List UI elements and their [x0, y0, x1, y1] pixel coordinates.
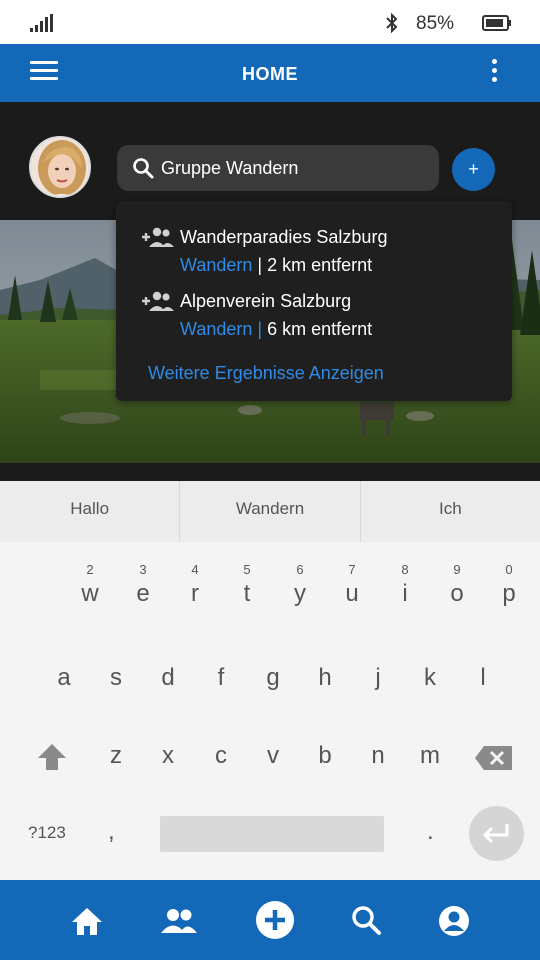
group-icon[interactable] [160, 904, 198, 938]
key-z[interactable]: z [94, 742, 138, 770]
keyboard: 2w 3e 4r 5t 6y 7u 8i 9o 0p a s d f g h j… [0, 542, 540, 880]
add-group-icon [142, 291, 174, 311]
add-circle-icon[interactable] [255, 900, 295, 940]
space-key[interactable] [160, 816, 384, 852]
battery-icon [482, 15, 511, 31]
search-results-dropdown: Wanderparadies Salzburg Wandern | 2 km e… [116, 201, 512, 401]
account-icon[interactable] [437, 904, 471, 938]
result-distance: 6 km entfernt [267, 319, 373, 339]
key-i[interactable]: 8i [383, 562, 427, 608]
page-title: HOME [242, 64, 298, 84]
key-c[interactable]: c [199, 742, 243, 770]
more-vert-icon[interactable] [484, 59, 504, 89]
keyboard-suggestions: Hallo Wandern Ich [0, 481, 540, 542]
key-b[interactable]: b [303, 742, 347, 770]
key-t[interactable]: 5t [225, 562, 269, 608]
photo-bottom-bar [0, 463, 540, 481]
key-p[interactable]: 0p [487, 562, 531, 608]
add-group-icon [142, 227, 174, 247]
key-v[interactable]: v [251, 742, 295, 770]
result-name: Wanderparadies Salzburg [180, 227, 388, 247]
key-o[interactable]: 9o [435, 562, 479, 608]
signal-icon [30, 14, 53, 32]
result-meta: Wandern | 6 km entfernt [180, 319, 372, 340]
key-e[interactable]: 3e [121, 562, 165, 608]
battery-percent: 85% [416, 13, 455, 34]
enter-icon [482, 824, 509, 844]
key-j[interactable]: j [356, 664, 400, 692]
shift-icon[interactable] [36, 741, 68, 773]
key-g[interactable]: g [251, 664, 295, 692]
result-meta: Wandern | 2 km entfernt [180, 255, 372, 276]
search-icon[interactable] [350, 904, 384, 938]
avatar[interactable] [29, 136, 91, 198]
key-a[interactable]: a [42, 664, 86, 692]
add-button[interactable]: + [452, 148, 495, 191]
suggestion-item[interactable]: Ich [359, 481, 540, 542]
key-k[interactable]: k [408, 664, 452, 692]
key-f[interactable]: f [199, 664, 243, 692]
app-bar: HOME [0, 44, 540, 102]
key-s[interactable]: s [94, 664, 138, 692]
search-icon [133, 158, 154, 179]
key-d[interactable]: d [146, 664, 190, 692]
suggestion-item[interactable]: Wandern [179, 481, 359, 542]
key-m[interactable]: m [408, 742, 452, 770]
search-input-value: Gruppe Wandern [161, 157, 299, 178]
backspace-icon[interactable] [474, 745, 514, 771]
key-y[interactable]: 6y [278, 562, 322, 608]
key-r[interactable]: 4r [173, 562, 217, 608]
key-u[interactable]: 7u [330, 562, 374, 608]
symbols-key[interactable]: ?123 [28, 823, 66, 843]
key-w[interactable]: 2w [68, 562, 112, 608]
key-l[interactable]: l [461, 664, 505, 692]
result-tag[interactable]: Wandern [180, 319, 252, 339]
period-key[interactable]: . [427, 818, 434, 846]
key-x[interactable]: x [146, 742, 190, 770]
suggestion-item[interactable]: Hallo [0, 481, 179, 542]
result-separator: | [252, 319, 268, 339]
key-h[interactable]: h [303, 664, 347, 692]
key-n[interactable]: n [356, 742, 400, 770]
status-bar: 85% [0, 0, 540, 44]
result-name: Alpenverein Salzburg [180, 291, 352, 311]
bottom-navigation [0, 880, 540, 960]
home-icon[interactable] [70, 904, 104, 938]
search-input[interactable]: Gruppe Wandern [117, 145, 439, 191]
result-separator: | [252, 255, 268, 275]
comma-key[interactable]: , [108, 818, 115, 846]
result-tag[interactable]: Wandern [180, 255, 252, 275]
bluetooth-icon [386, 12, 398, 34]
more-results-link[interactable]: Weitere Ergebnisse Anzeigen [148, 363, 384, 384]
enter-key[interactable] [469, 806, 524, 861]
result-distance: 2 km entfernt [267, 255, 373, 275]
